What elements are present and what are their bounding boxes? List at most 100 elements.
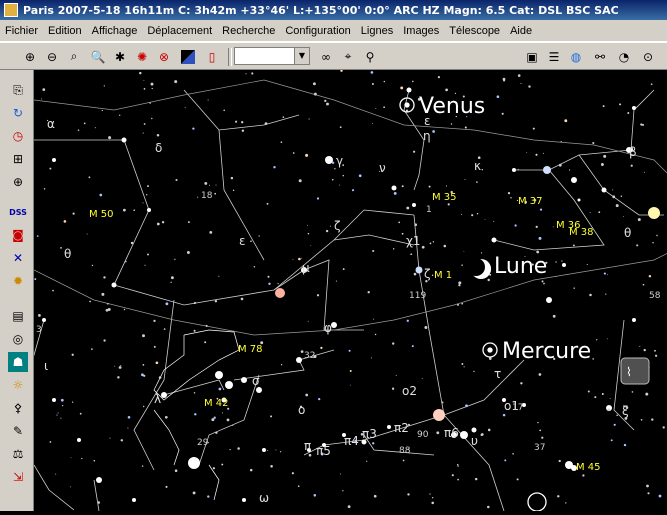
marker-icon[interactable]: ⊗ (154, 47, 174, 66)
background-star (143, 374, 146, 377)
messier-label[interactable]: M 45 (576, 462, 601, 473)
menu-recherche[interactable]: Recherche (217, 25, 280, 37)
sky-map-svg[interactable]: Venus Lune Mercure M 50 M 35 M 37 M 36 M… (23, 69, 667, 512)
background-star (49, 167, 52, 170)
background-star (539, 429, 542, 432)
background-star (101, 109, 103, 112)
find-icon[interactable]: 🔍 (88, 47, 108, 66)
background-star (165, 485, 168, 488)
menu-affichage[interactable]: Affichage (87, 25, 143, 37)
gauge-icon[interactable]: ◔ (614, 47, 634, 66)
background-star (194, 413, 197, 416)
page-icon[interactable]: ▯ (202, 47, 222, 66)
color-icon[interactable] (178, 47, 198, 66)
background-star (207, 495, 210, 498)
bulb-icon[interactable]: ✹ (8, 271, 28, 291)
zoom-out-icon[interactable]: ⊖ (42, 47, 62, 66)
background-star (331, 161, 335, 164)
background-star (143, 88, 146, 90)
messier-label[interactable]: M 42 (204, 398, 229, 409)
zoom-in-icon[interactable]: ⊕ (20, 47, 40, 66)
star-label: ζ (334, 219, 341, 233)
satellite-icon[interactable]: ⚯ (590, 47, 610, 66)
lune-label[interactable]: Lune (494, 254, 547, 279)
refresh-icon[interactable]: ↻ (8, 103, 28, 123)
sun-icon[interactable]: ☼ (8, 375, 28, 395)
background-star (429, 493, 431, 495)
zoom-glass-icon[interactable]: ⚲ (360, 47, 380, 66)
dna-icon[interactable]: ✕ (8, 248, 28, 268)
background-star (52, 289, 54, 292)
network-icon[interactable]: ⊞ (8, 149, 28, 169)
copy-icon[interactable]: ⎘ (8, 80, 28, 100)
star-label: υ (471, 434, 478, 448)
menu-configuration[interactable]: Configuration (280, 25, 355, 37)
nova-icon[interactable]: ✺ (132, 47, 152, 66)
background-star (192, 127, 195, 130)
background-star (342, 490, 344, 492)
background-star (402, 459, 405, 462)
background-star (587, 390, 590, 393)
background-star (656, 234, 658, 237)
background-star (507, 191, 511, 195)
background-star (493, 220, 495, 222)
compass-icon[interactable]: ◎ (8, 329, 28, 349)
save-icon[interactable]: ▣ (522, 47, 542, 66)
list-icon[interactable]: ☰ (544, 47, 564, 66)
selected-object-marker[interactable]: ⌇ (620, 357, 650, 385)
messier-label[interactable]: M 35 (432, 192, 457, 203)
background-star (348, 349, 351, 352)
sky-chart[interactable]: Venus Lune Mercure M 50 M 35 M 37 M 36 M… (23, 69, 667, 512)
messier-label[interactable]: M 37 (518, 196, 543, 207)
background-star (307, 320, 309, 322)
background-star (572, 244, 575, 247)
background-star (476, 212, 479, 215)
menu-lignes[interactable]: Lignes (356, 25, 398, 37)
mercure-label[interactable]: Mercure (502, 339, 591, 364)
dial-icon[interactable]: ⊙ (638, 47, 658, 66)
background-star (623, 443, 627, 447)
background-star (275, 449, 277, 451)
dss-icon[interactable]: DSS (8, 202, 28, 222)
background-star (151, 117, 153, 120)
menu-images[interactable]: Images (398, 25, 444, 37)
globe-grid-icon[interactable]: ⊕ (8, 172, 28, 192)
camera-icon[interactable]: ◙ (8, 225, 28, 245)
background-star (463, 251, 465, 252)
messier-label[interactable]: M 78 (238, 344, 263, 355)
notes-icon[interactable]: ✎ (8, 421, 28, 441)
messier-label[interactable]: M 38 (569, 227, 594, 238)
exit-icon[interactable]: ⇲ (8, 467, 28, 487)
background-star (245, 73, 247, 75)
telescope-icon[interactable]: ⌖ (338, 47, 358, 66)
background-star (218, 387, 222, 391)
background-star (512, 453, 514, 455)
background-star (209, 184, 210, 186)
background-star (127, 427, 129, 429)
background-star (383, 80, 386, 83)
globe-icon[interactable]: ◍ (566, 47, 586, 66)
view-combo[interactable]: ▼ (234, 47, 310, 65)
messier-label[interactable]: M 1 (434, 270, 452, 281)
messier-label[interactable]: M 50 (89, 209, 114, 220)
star-label: ο (298, 403, 305, 417)
background-star (305, 393, 309, 397)
menu-edition[interactable]: Edition (43, 25, 87, 37)
table-icon[interactable]: ▤ (8, 306, 28, 326)
star-label: ζ (424, 267, 431, 281)
person-icon[interactable]: ☗ (8, 352, 28, 372)
target-icon[interactable]: ✱ (110, 47, 130, 66)
binoculars-icon[interactable]: ∞ (316, 47, 336, 66)
zoom-fit-icon[interactable]: ⌕ (64, 47, 84, 66)
scale-icon[interactable]: ⚖ (8, 444, 28, 464)
background-star (375, 107, 377, 109)
clock-icon[interactable]: ◷ (8, 126, 28, 146)
background-star (292, 259, 294, 261)
chevron-down-icon[interactable]: ▼ (294, 48, 309, 64)
menu-aide[interactable]: Aide (505, 25, 537, 37)
menu-fichier[interactable]: Fichier (0, 25, 43, 37)
satellite-small-icon[interactable]: ⚴ (8, 398, 28, 418)
background-star (163, 328, 166, 330)
menu-telescope[interactable]: Télescope (444, 25, 505, 37)
menu-deplacement[interactable]: Déplacement (142, 25, 217, 37)
